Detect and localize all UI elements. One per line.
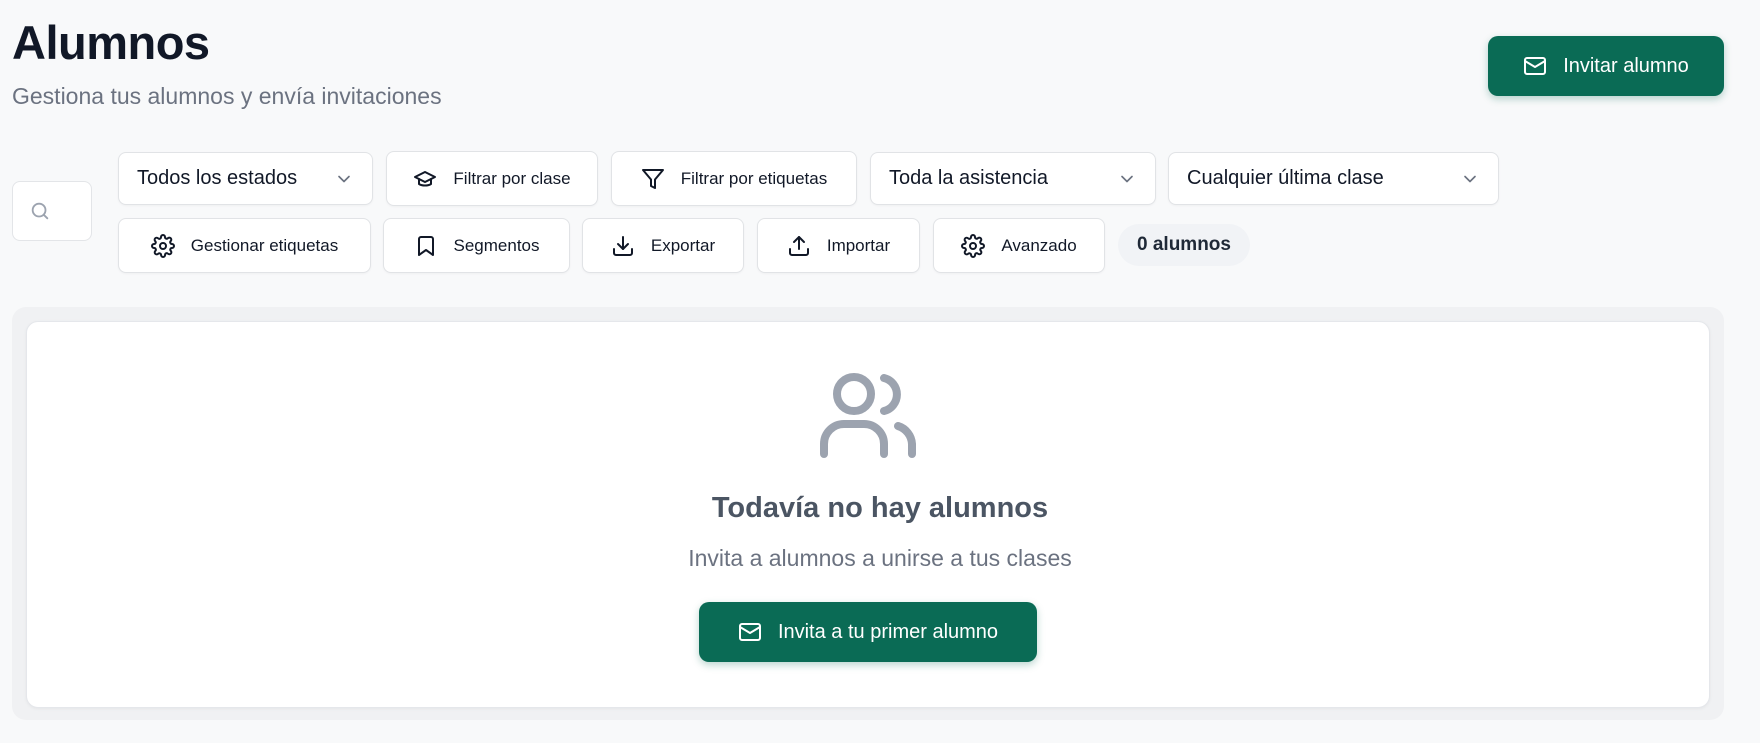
- invite-first-student-label: Invita a tu primer alumno: [777, 620, 999, 643]
- filter-by-class-label: Filtrar por clase: [453, 168, 571, 188]
- gear-icon: [150, 233, 175, 258]
- import-label: Importar: [826, 235, 891, 255]
- download-icon: [611, 234, 635, 258]
- filter-by-tags-label: Filtrar por etiquetas: [680, 168, 828, 188]
- attendance-select-value: Toda la asistencia: [889, 167, 1048, 189]
- advanced-button[interactable]: Avanzado: [933, 218, 1105, 273]
- search-input[interactable]: [12, 181, 92, 241]
- filter-by-class-button[interactable]: Filtrar por clase: [386, 151, 598, 206]
- last-class-select[interactable]: Cualquier última clase: [1168, 152, 1499, 205]
- mail-icon: [1523, 54, 1547, 78]
- status-select[interactable]: Todos los estados: [118, 152, 373, 205]
- student-count-badge: 0 alumnos: [1118, 224, 1250, 266]
- export-label: Exportar: [650, 235, 716, 255]
- last-class-select-value: Cualquier última clase: [1187, 167, 1384, 189]
- graduation-cap-icon: [413, 167, 437, 191]
- chevron-down-icon: [1117, 169, 1137, 189]
- users-icon: [818, 368, 918, 458]
- chevron-down-icon: [334, 169, 354, 189]
- page-title: Alumnos: [12, 16, 210, 69]
- empty-state-description: Invita a alumnos a unirse a tus clases: [688, 545, 1072, 571]
- invite-student-button[interactable]: Invitar alumno: [1488, 36, 1724, 96]
- bookmark-icon: [414, 234, 438, 258]
- upload-icon: [787, 234, 811, 258]
- invite-first-student-button[interactable]: Invita a tu primer alumno: [699, 602, 1037, 662]
- segments-label: Segmentos: [453, 235, 540, 255]
- page-subtitle: Gestiona tus alumnos y envía invitacione…: [12, 83, 442, 109]
- attendance-select[interactable]: Toda la asistencia: [870, 152, 1156, 205]
- gear-icon: [961, 233, 986, 258]
- filter-by-tags-button[interactable]: Filtrar por etiquetas: [611, 151, 857, 206]
- filter-icon: [641, 167, 665, 191]
- chevron-down-icon: [1460, 169, 1480, 189]
- import-button[interactable]: Importar: [757, 218, 920, 273]
- manage-tags-button[interactable]: Gestionar etiquetas: [118, 218, 371, 273]
- advanced-label: Avanzado: [1001, 235, 1077, 255]
- segments-button[interactable]: Segmentos: [383, 218, 570, 273]
- invite-student-label: Invitar alumno: [1563, 54, 1689, 77]
- mail-icon: [738, 620, 762, 644]
- search-icon: [29, 200, 51, 222]
- empty-state-title: Todavía no hay alumnos: [711, 492, 1049, 524]
- manage-tags-label: Gestionar etiquetas: [190, 235, 339, 255]
- export-button[interactable]: Exportar: [582, 218, 744, 273]
- status-select-value: Todos los estados: [137, 167, 298, 189]
